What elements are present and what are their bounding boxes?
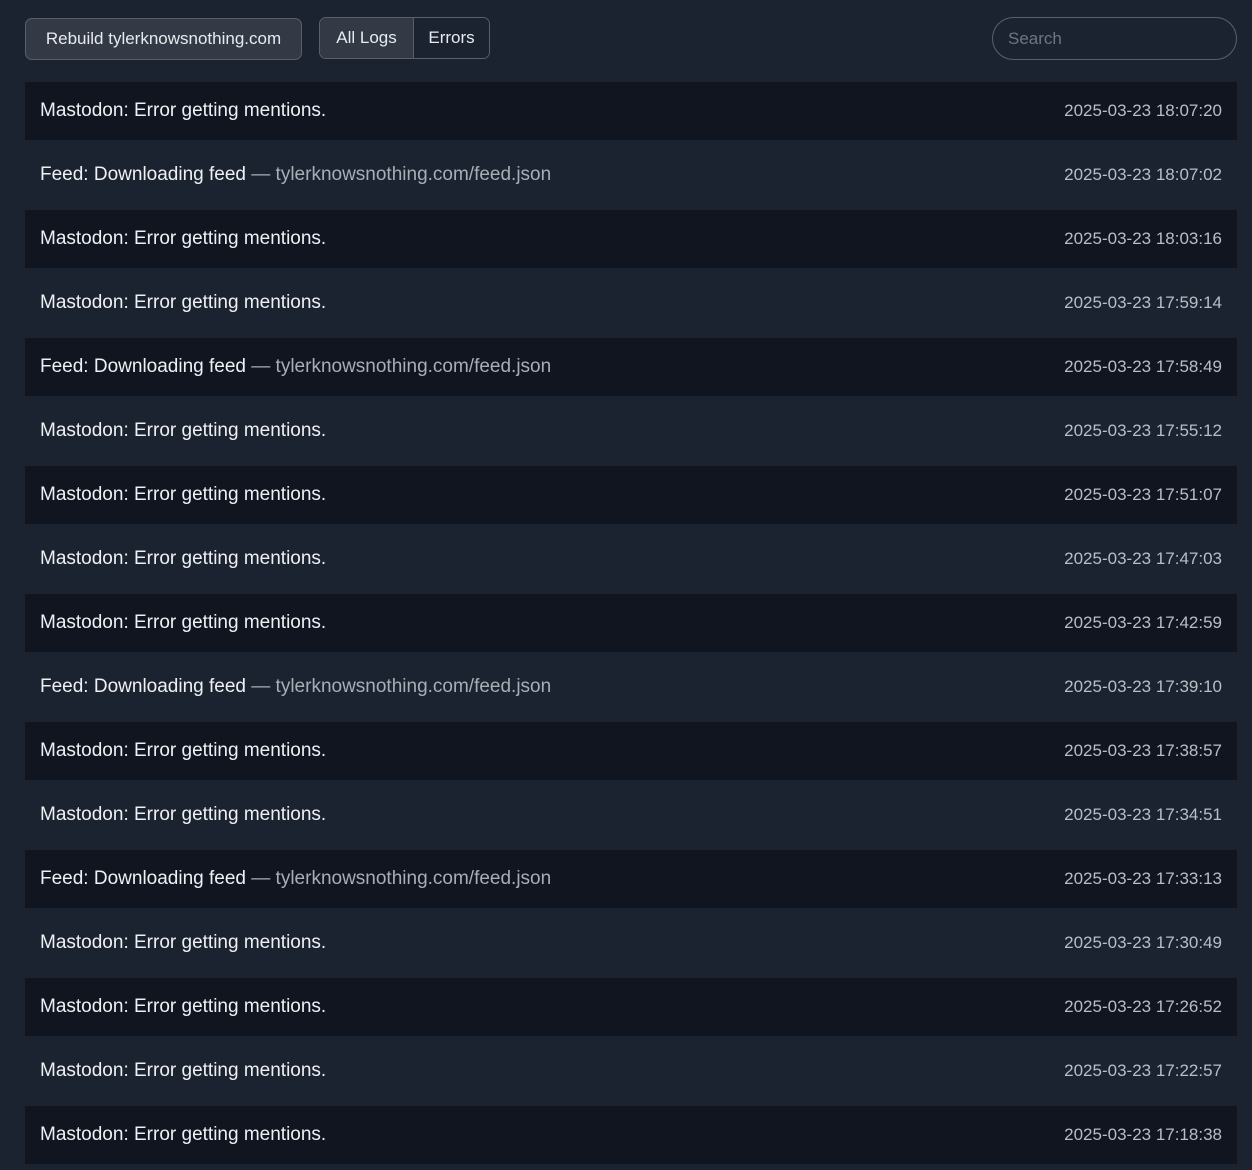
log-row[interactable]: Mastodon: Error getting mentions. 2025-0… bbox=[25, 722, 1237, 780]
log-row[interactable]: Feed: Downloading feed — tylerknowsnothi… bbox=[25, 338, 1237, 396]
log-message-text: Mastodon: Error getting mentions. bbox=[40, 228, 327, 249]
log-message-text: Mastodon: Error getting mentions. bbox=[40, 484, 327, 505]
log-row[interactable]: Feed: Downloading feed — tylerknowsnothi… bbox=[25, 850, 1237, 908]
log-message-text: Mastodon: Error getting mentions. bbox=[40, 100, 327, 121]
log-timestamp: 2025-03-23 18:07:02 bbox=[1064, 165, 1222, 184]
log-message-text: Feed: Downloading feed bbox=[40, 356, 246, 377]
log-message-text: Feed: Downloading feed bbox=[40, 164, 246, 185]
log-timestamp: 2025-03-23 17:47:03 bbox=[1064, 549, 1222, 568]
log-message: Feed: Downloading feed — tylerknowsnothi… bbox=[40, 164, 551, 186]
log-detail: tylerknowsnothing.com/feed.json bbox=[275, 164, 552, 185]
log-row[interactable]: Feed: Downloading feed — tylerknowsnothi… bbox=[25, 658, 1237, 716]
log-message-text: Feed: Downloading feed bbox=[40, 676, 246, 697]
log-timestamp: 2025-03-23 17:58:49 bbox=[1064, 357, 1222, 376]
log-row[interactable]: Mastodon: Error getting mentions. 2025-0… bbox=[25, 402, 1237, 460]
log-timestamp: 2025-03-23 17:34:51 bbox=[1064, 805, 1222, 824]
log-message: Mastodon: Error getting mentions. bbox=[40, 100, 326, 122]
log-timestamp: 2025-03-23 17:55:12 bbox=[1064, 421, 1222, 440]
search-input[interactable] bbox=[992, 17, 1237, 60]
log-list: Mastodon: Error getting mentions. 2025-0… bbox=[25, 82, 1237, 1170]
log-row[interactable]: Feed: Downloading feed — tylerknowsnothi… bbox=[25, 146, 1237, 204]
log-row[interactable]: Mastodon: Error getting mentions. 2025-0… bbox=[25, 594, 1237, 652]
log-message: Mastodon: Error getting mentions. bbox=[40, 996, 326, 1018]
log-timestamp: 2025-03-23 17:51:07 bbox=[1064, 485, 1222, 504]
log-timestamp: 2025-03-23 17:42:59 bbox=[1064, 613, 1222, 632]
log-message: Mastodon: Error getting mentions. bbox=[40, 548, 326, 570]
log-message-text: Mastodon: Error getting mentions. bbox=[40, 292, 327, 313]
toolbar: Rebuild tylerknowsnothing.com All Logs E… bbox=[0, 0, 1252, 80]
log-timestamp: 2025-03-23 17:33:13 bbox=[1064, 869, 1222, 888]
log-message-text: Mastodon: Error getting mentions. bbox=[40, 996, 327, 1017]
all-logs-tab[interactable]: All Logs bbox=[320, 18, 414, 58]
log-message-text: Feed: Downloading feed bbox=[40, 868, 246, 889]
log-timestamp: 2025-03-23 18:07:20 bbox=[1064, 101, 1222, 120]
log-timestamp: 2025-03-23 17:59:14 bbox=[1064, 293, 1222, 312]
log-message: Feed: Downloading feed — tylerknowsnothi… bbox=[40, 676, 551, 698]
log-detail: tylerknowsnothing.com/feed.json bbox=[275, 356, 552, 377]
log-message: Feed: Downloading feed — tylerknowsnothi… bbox=[40, 356, 551, 378]
log-row[interactable]: Mastodon: Error getting mentions. 2025-0… bbox=[25, 466, 1237, 524]
log-message: Mastodon: Error getting mentions. bbox=[40, 292, 326, 314]
log-message: Mastodon: Error getting mentions. bbox=[40, 612, 326, 634]
log-row[interactable]: Mastodon: Error getting mentions. 2025-0… bbox=[25, 1042, 1237, 1100]
log-message: Mastodon: Error getting mentions. bbox=[40, 484, 326, 506]
log-message: Feed: Downloading feed — tylerknowsnothi… bbox=[40, 868, 551, 890]
log-message: Mastodon: Error getting mentions. bbox=[40, 740, 326, 762]
log-message-text: Mastodon: Error getting mentions. bbox=[40, 740, 327, 761]
log-timestamp: 2025-03-23 17:38:57 bbox=[1064, 741, 1222, 760]
rebuild-site-button[interactable]: Rebuild tylerknowsnothing.com bbox=[25, 18, 302, 60]
log-row[interactable]: Mastodon: Error getting mentions. 2025-0… bbox=[25, 978, 1237, 1036]
log-message-text: Mastodon: Error getting mentions. bbox=[40, 548, 327, 569]
log-timestamp: 2025-03-23 17:22:57 bbox=[1064, 1061, 1222, 1080]
log-timestamp: 2025-03-23 18:03:16 bbox=[1064, 229, 1222, 248]
log-message-text: Mastodon: Error getting mentions. bbox=[40, 804, 327, 825]
log-row[interactable]: Mastodon: Error getting mentions. 2025-0… bbox=[25, 1106, 1237, 1164]
log-detail: tylerknowsnothing.com/feed.json bbox=[275, 868, 552, 889]
log-detail: tylerknowsnothing.com/feed.json bbox=[275, 676, 552, 697]
log-filter-segmented-control: All Logs Errors bbox=[319, 17, 490, 59]
log-message-text: Mastodon: Error getting mentions. bbox=[40, 932, 327, 953]
log-timestamp: 2025-03-23 17:26:52 bbox=[1064, 997, 1222, 1016]
log-message: Mastodon: Error getting mentions. bbox=[40, 804, 326, 826]
log-message: Mastodon: Error getting mentions. bbox=[40, 420, 326, 442]
log-message: Mastodon: Error getting mentions. bbox=[40, 1060, 326, 1082]
log-separator: — bbox=[245, 164, 276, 185]
log-separator: — bbox=[245, 868, 276, 889]
log-row[interactable]: Mastodon: Error getting mentions. 2025-0… bbox=[25, 914, 1237, 972]
log-message-text: Mastodon: Error getting mentions. bbox=[40, 420, 327, 441]
log-timestamp: 2025-03-23 17:39:10 bbox=[1064, 677, 1222, 696]
errors-tab[interactable]: Errors bbox=[414, 18, 489, 58]
log-row[interactable]: Mastodon: Error getting mentions. 2025-0… bbox=[25, 210, 1237, 268]
log-message-text: Mastodon: Error getting mentions. bbox=[40, 1060, 327, 1081]
log-timestamp: 2025-03-23 17:18:38 bbox=[1064, 1125, 1222, 1144]
log-message-text: Mastodon: Error getting mentions. bbox=[40, 1124, 327, 1145]
log-row[interactable]: Mastodon: Error getting mentions. 2025-0… bbox=[25, 786, 1237, 844]
log-row[interactable]: Mastodon: Error getting mentions. 2025-0… bbox=[25, 530, 1237, 588]
log-message: Mastodon: Error getting mentions. bbox=[40, 1124, 326, 1146]
log-separator: — bbox=[245, 356, 276, 377]
log-message: Mastodon: Error getting mentions. bbox=[40, 228, 326, 250]
log-message-text: Mastodon: Error getting mentions. bbox=[40, 612, 327, 633]
log-separator: — bbox=[245, 676, 276, 697]
log-message: Mastodon: Error getting mentions. bbox=[40, 932, 326, 954]
log-timestamp: 2025-03-23 17:30:49 bbox=[1064, 933, 1222, 952]
log-row[interactable]: Mastodon: Error getting mentions. 2025-0… bbox=[25, 274, 1237, 332]
log-row[interactable]: Mastodon: Error getting mentions. 2025-0… bbox=[25, 82, 1237, 140]
